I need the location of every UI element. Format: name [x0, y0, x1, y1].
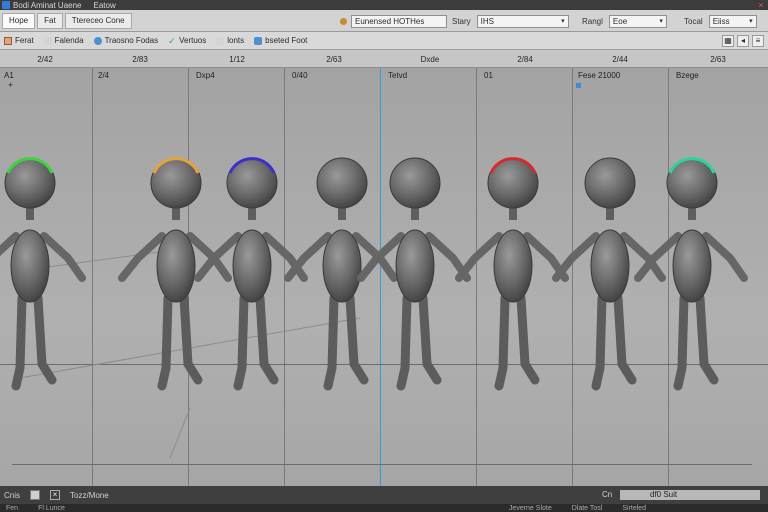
bottom-item[interactable]: Jeverne Slote — [509, 505, 552, 512]
bottom-item[interactable]: Dlate Tosl — [572, 505, 603, 512]
status-field[interactable]: df0 Suit — [620, 490, 760, 500]
filter-actions: ▦ ◂ ≡ — [722, 35, 764, 47]
check-icon: ✓ — [168, 35, 176, 46]
tool-select[interactable]: Eiiss ▾ — [708, 14, 757, 28]
status-label: Cnis — [4, 490, 21, 500]
status-bar: Cnis × Tozz/Mone Cn df0 Suit — [0, 486, 768, 504]
filter-swatch-icon — [216, 36, 225, 45]
chevron-down-icon: ▾ — [749, 18, 753, 25]
ruler-tick: 2/83 — [132, 55, 148, 64]
options-icon[interactable]: ≡ — [752, 35, 764, 47]
chevron-down-icon: ▾ — [659, 18, 663, 25]
ruler-tick: 2/84 — [517, 55, 533, 64]
filter-item-vertuos[interactable]: ✓ Vertuos — [168, 36, 206, 45]
tab-fat[interactable]: Fat — [37, 12, 63, 29]
filter-swatch-icon — [4, 36, 12, 45]
filter-item-falenda[interactable]: Falenda — [43, 36, 84, 45]
menu-item[interactable]: Eatow — [94, 1, 116, 10]
status-field-label: Cn — [602, 490, 613, 499]
character-figure[interactable] — [357, 157, 471, 391]
back-arrow-icon[interactable]: ◂ — [737, 35, 749, 47]
timeline-ruler[interactable]: 2/42 2/83 1/12 2/63 Dxde 2/84 2/44 2/63 — [0, 50, 768, 68]
range-field: Rangl Eoe ▾ — [582, 14, 667, 28]
ruler-tick: 2/42 — [37, 55, 53, 64]
ruler-tick: 2/44 — [612, 55, 628, 64]
main-toolbar: Hope Fat Ttereceo Cone Eunensed HOTHes S… — [0, 10, 768, 32]
title-bar: Bodi Aminat Uaene Eatow × — [0, 0, 768, 10]
filter-swatch-icon — [254, 36, 263, 45]
ruler-tick: Dxde — [420, 55, 440, 64]
filter-item-traosno[interactable]: Traosno Fodas — [93, 36, 158, 45]
filter-swatch-icon — [43, 36, 52, 45]
key-icon — [340, 17, 347, 25]
range-select[interactable]: Eoe ▾ — [608, 14, 667, 28]
close-icon[interactable]: × — [756, 0, 766, 10]
key-field[interactable]: Eunensed HOTHes — [340, 14, 447, 28]
tab-home[interactable]: Hope — [2, 12, 36, 29]
bottom-item[interactable]: Fen — [6, 505, 18, 512]
ruler-tick: 2/63 — [326, 55, 342, 64]
key-select[interactable]: Eunensed HOTHes — [351, 14, 447, 28]
status-text: Tozz/Mone — [70, 490, 109, 500]
character-figure[interactable] — [455, 157, 569, 391]
story-select[interactable]: IHS ▾ — [476, 14, 569, 28]
character-figure[interactable] — [0, 157, 86, 391]
filter-item-lonts[interactable]: lonts — [216, 36, 244, 45]
close-icon[interactable]: × — [50, 490, 61, 500]
grid-icon[interactable]: ▦ — [722, 35, 734, 47]
filter-item-ferat[interactable]: Ferat — [4, 36, 34, 45]
bottom-item[interactable]: Sirteled — [622, 505, 646, 512]
characters-layer — [0, 157, 748, 459]
filter-row: Ferat Falenda Traosno Fodas ✓ Vertuos lo… — [0, 32, 768, 50]
filter-item-bseted[interactable]: bseted Foot — [254, 36, 307, 45]
bottom-item[interactable]: Fl Lunce — [38, 505, 65, 512]
chevron-down-icon: ▾ — [561, 18, 565, 25]
app-icon — [2, 1, 10, 9]
app-title: Bodi Aminat Uaene — [13, 0, 82, 10]
ruler-tick: 2/63 — [710, 55, 726, 64]
filter-dot-icon — [93, 36, 102, 45]
tab-character[interactable]: Ttereceo Cone — [64, 12, 132, 29]
status-toggle[interactable] — [30, 490, 41, 500]
bottom-bar: Fen Fl Lunce Jeverne Slote Dlate Tosl Si… — [0, 504, 768, 512]
tool-field: Tocal Eiiss ▾ — [684, 14, 757, 28]
story-field: Stary IHS ▾ — [452, 14, 569, 28]
ruler-tick: 1/12 — [229, 55, 245, 64]
animation-viewport[interactable]: A1 + 2/4 Dxp4 0/40 Tetvd 01 Fese 21000 B… — [0, 68, 768, 486]
character-figure[interactable] — [118, 157, 232, 391]
